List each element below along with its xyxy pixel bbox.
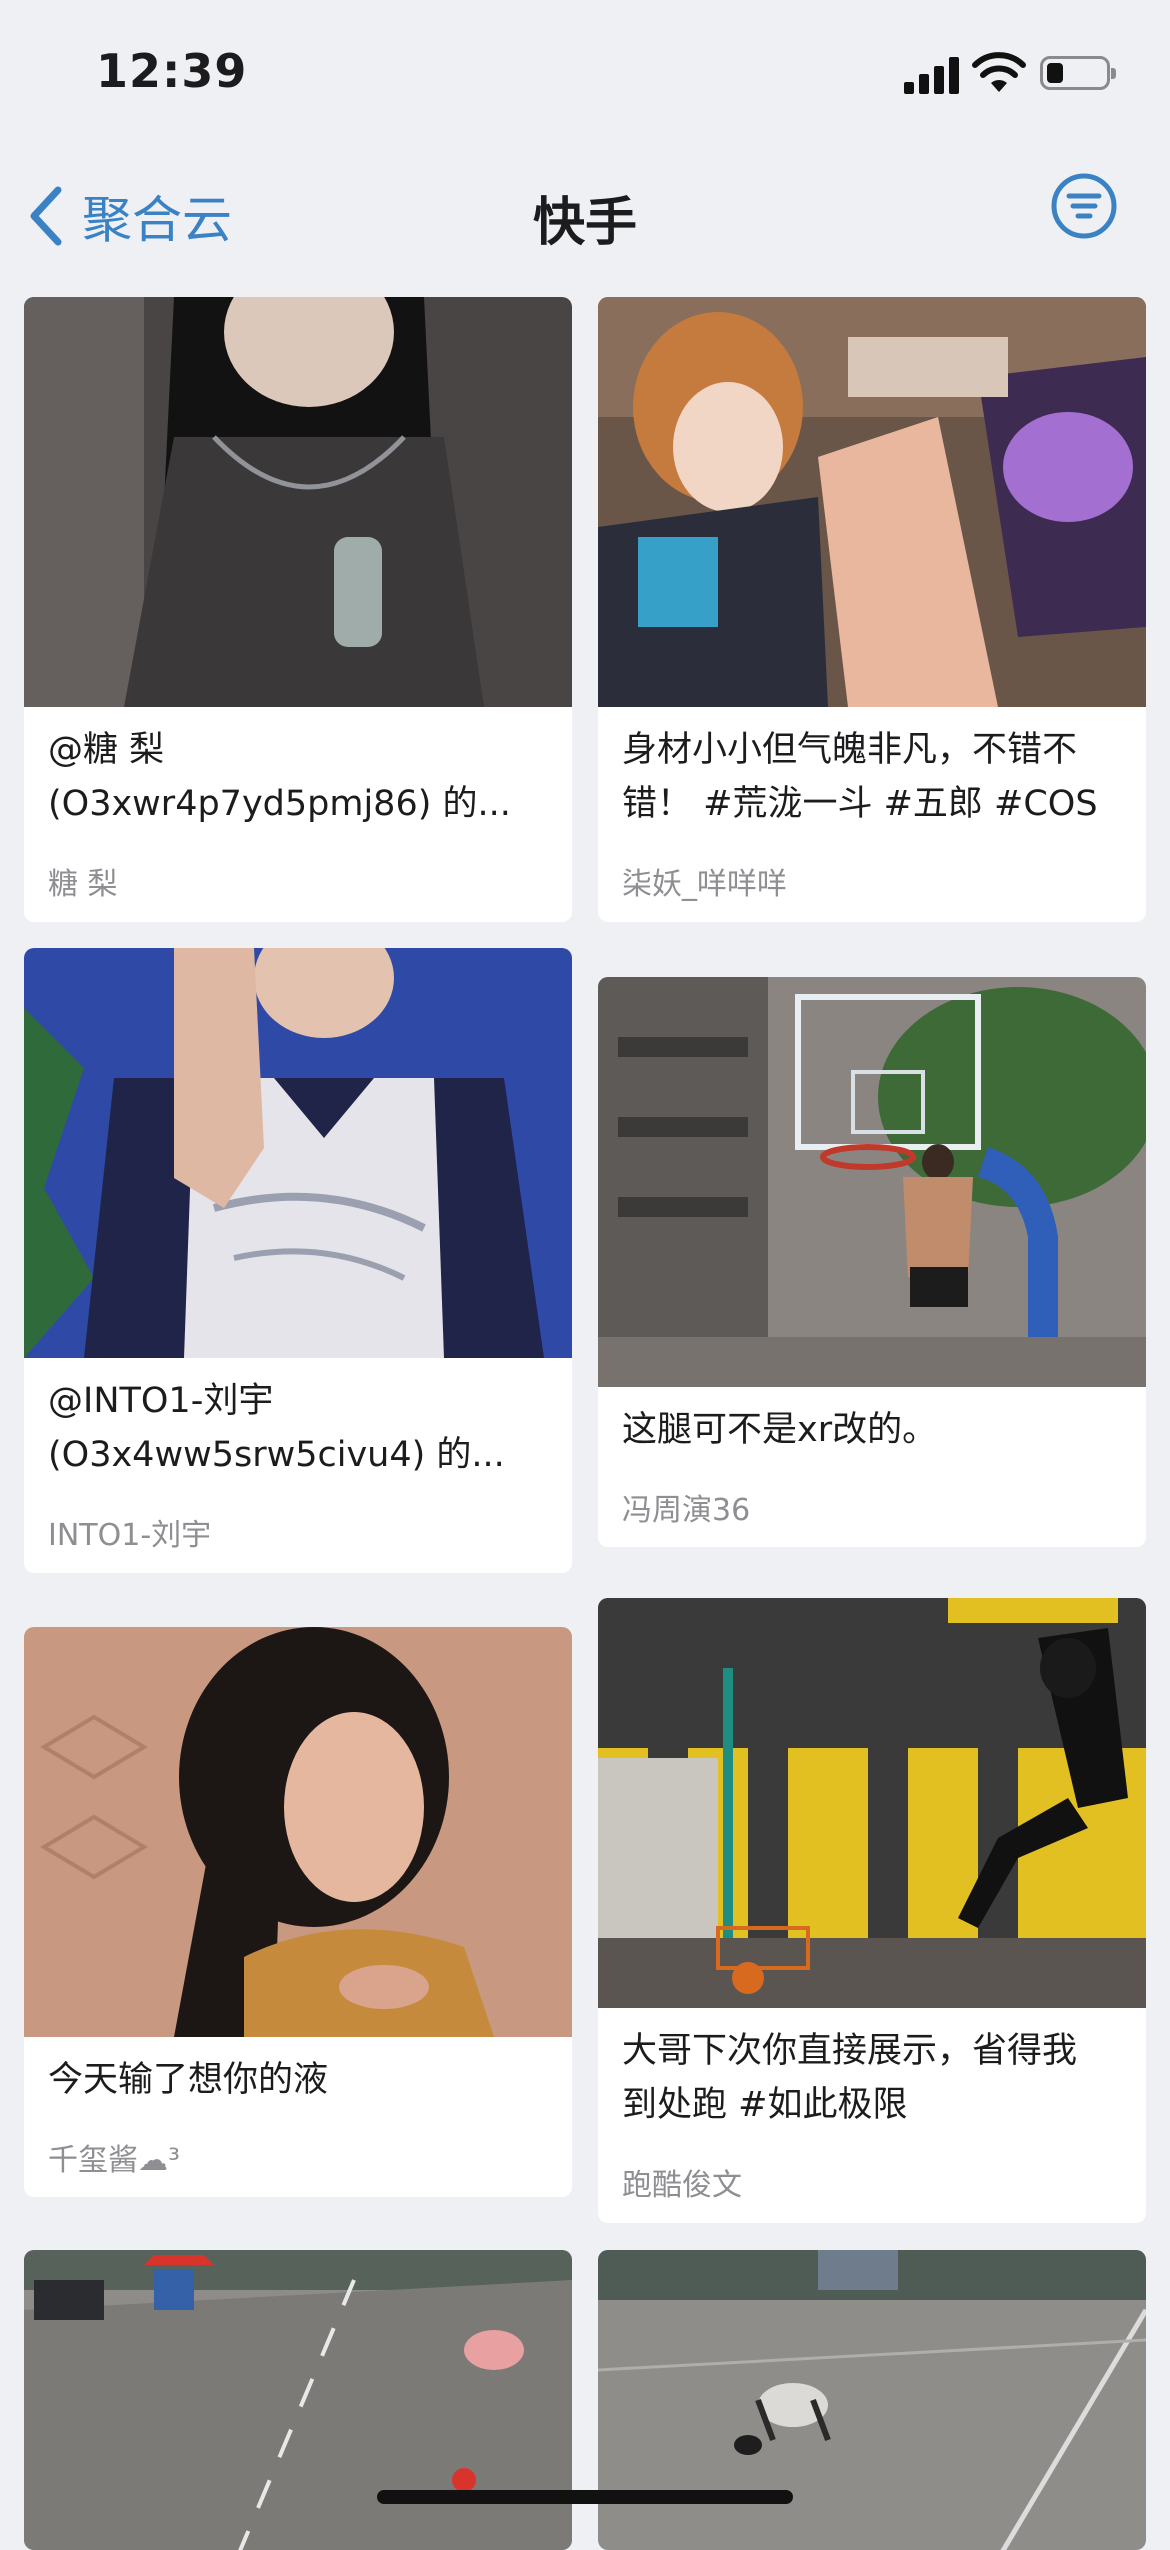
video-title-line: 这腿可不是xr改的。 [622, 1410, 938, 1450]
video-thumbnail [598, 297, 1146, 707]
battery-icon [1040, 56, 1116, 90]
video-title: @糖 梨 (O3xwr4p7yd5pmj86) 的... [48, 723, 548, 831]
cellular-signal-icon [904, 56, 960, 94]
video-title-line: @糖 梨 [48, 730, 165, 770]
video-author: 柒妖_咩咩咩 [622, 867, 787, 902]
video-title-line: @INTO1-刘宇 [48, 1381, 274, 1421]
video-author: 跑酷俊文 [622, 2168, 742, 2203]
video-author: INTO1-刘宇 [48, 1518, 212, 1553]
video-title-line: (O3x4ww5srw5civu4) 的... [48, 1435, 505, 1475]
video-card[interactable]: 身材小小但气魄非凡，不错不 错！ #荒泷一斗 #五郎 #COS 柒妖_咩咩咩 [598, 297, 1146, 922]
video-card[interactable] [598, 2250, 1146, 2550]
video-thumbnail [598, 977, 1146, 1387]
video-thumbnail [598, 1598, 1146, 2008]
video-title: 这腿可不是xr改的。 [622, 1403, 1122, 1457]
home-indicator[interactable] [377, 2490, 793, 2504]
video-title: 身材小小但气魄非凡，不错不 错！ #荒泷一斗 #五郎 #COS [622, 723, 1122, 831]
video-card[interactable]: 大哥下次你直接展示，省得我 到处跑 #如此极限 跑酷俊文 [598, 1598, 1146, 2223]
video-thumbnail [24, 1627, 572, 2037]
video-title-line: 到处跑 #如此极限 [622, 2085, 908, 2125]
navigation-bar: 聚合云 快手 [0, 150, 1170, 280]
video-thumbnail [24, 948, 572, 1358]
status-time: 12:39 [96, 44, 248, 98]
video-title-line: 今天输了想你的液 [48, 2060, 329, 2100]
video-card[interactable]: @INTO1-刘宇 (O3x4ww5srw5civu4) 的... INTO1-… [24, 948, 572, 1573]
video-title-line: (O3xwr4p7yd5pmj86) 的... [48, 784, 511, 824]
video-card[interactable]: 这腿可不是xr改的。 冯周演36 [598, 977, 1146, 1547]
filter-menu-icon[interactable] [1050, 172, 1118, 240]
video-title: @INTO1-刘宇 (O3x4ww5srw5civu4) 的... [48, 1374, 548, 1482]
wifi-icon [972, 52, 1026, 92]
video-thumbnail [24, 297, 572, 707]
video-thumbnail [598, 2250, 1146, 2550]
status-bar: 12:39 [0, 0, 1170, 150]
video-card[interactable] [24, 2250, 572, 2550]
video-card[interactable]: @糖 梨 (O3xwr4p7yd5pmj86) 的... 糖 梨 [24, 297, 572, 922]
video-title: 今天输了想你的液 [48, 2053, 548, 2107]
video-author: 千玺酱☁︎³ [48, 2143, 181, 2178]
video-title: 大哥下次你直接展示，省得我 到处跑 #如此极限 [622, 2024, 1122, 2132]
video-title-line: 身材小小但气魄非凡，不错不 [622, 730, 1078, 770]
video-author: 糖 梨 [48, 867, 118, 902]
page-title: 快手 [532, 193, 637, 253]
video-thumbnail [24, 2250, 572, 2550]
video-author: 冯周演36 [622, 1493, 751, 1528]
video-title-line: 错！ #荒泷一斗 #五郎 #COS [622, 784, 1098, 824]
video-title-line: 大哥下次你直接展示，省得我 [622, 2031, 1078, 2071]
video-card[interactable]: 今天输了想你的液 千玺酱☁︎³ [24, 1627, 572, 2197]
